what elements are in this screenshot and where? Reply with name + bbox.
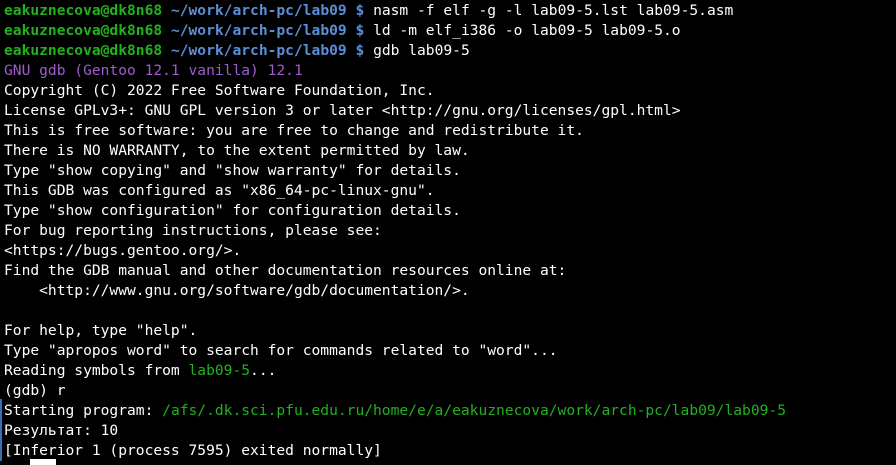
terminal-window[interactable]: eakuznecova@dk8n68 ~/work/arch-pc/lab09 … <box>0 0 896 465</box>
program-path: /afs/.dk.sci.pfu.edu.ru/home/e/a/eakuzne… <box>162 402 786 419</box>
prompt-symbol: $ <box>355 2 365 19</box>
output-line: This is free software: you are free to c… <box>4 122 584 139</box>
text-cursor <box>30 459 56 465</box>
starting-program-prefix: Starting program: <box>4 402 163 419</box>
output-line: Type "show configuration" for configurat… <box>4 202 461 219</box>
gdb-run-command: (gdb) r <box>4 382 66 399</box>
reading-symbols-line: Reading symbols from lab09-5... <box>4 361 894 381</box>
gdb-banner: GNU gdb (Gentoo 12.1 vanilla) 12.1 <box>4 62 303 79</box>
output-line: License GPLv3+: GNU GPL version 3 or lat… <box>4 102 681 119</box>
reading-symbols-suffix: ... <box>250 362 277 379</box>
command-text: ld -m elf_i386 -o lab09-5 lab09-5.o <box>373 22 681 39</box>
prompt-line-nasm: eakuznecova@dk8n68 ~/work/arch-pc/lab09 … <box>4 1 894 21</box>
prompt-path: ~/work/arch-pc/lab09 <box>170 2 347 19</box>
output-line: For bug reporting instructions, please s… <box>4 222 382 239</box>
output-line: There is NO WARRANTY, to the extent perm… <box>4 142 470 159</box>
symbols-file: lab09-5 <box>188 362 251 379</box>
prompt-line-ld: eakuznecova@dk8n68 ~/work/arch-pc/lab09 … <box>4 21 894 41</box>
prompt-line-gdb: eakuznecova@dk8n68 ~/work/arch-pc/lab09 … <box>4 41 894 61</box>
scrollback-marker <box>0 399 2 461</box>
terminal-output: eakuznecova@dk8n68 ~/work/arch-pc/lab09 … <box>4 1 894 461</box>
prompt-user: eakuznecova@dk8n68 <box>4 22 163 39</box>
command-text: gdb lab09-5 <box>373 42 470 59</box>
prompt-user: eakuznecova@dk8n68 <box>4 2 163 19</box>
output-line: Type "apropos word" to search for comman… <box>4 342 558 359</box>
prompt-path: ~/work/arch-pc/lab09 <box>170 42 347 59</box>
prompt-symbol: $ <box>355 22 365 39</box>
output-line: This GDB was configured as "x86_64-pc-li… <box>4 182 435 199</box>
prompt-path: ~/work/arch-pc/lab09 <box>170 22 347 39</box>
command-text: nasm -f elf -g -l lab09-5.lst lab09-5.as… <box>373 2 734 19</box>
output-line: Type "show copying" and "show warranty" … <box>4 162 461 179</box>
output-line: For help, type "help". <box>4 322 198 339</box>
prompt-user: eakuznecova@dk8n68 <box>4 42 163 59</box>
reading-symbols-prefix: Reading symbols from <box>4 362 189 379</box>
output-line: Find the GDB manual and other documentat… <box>4 262 567 279</box>
result-line: Результат: 10 <box>4 422 119 439</box>
prompt-symbol: $ <box>355 42 365 59</box>
starting-program-line: Starting program: /afs/.dk.sci.pfu.edu.r… <box>4 401 894 421</box>
inferior-exit-line: [Inferior 1 (process 7595) exited normal… <box>4 442 382 459</box>
output-line: Copyright (C) 2022 Free Software Foundat… <box>4 82 435 99</box>
output-line: <https://bugs.gentoo.org/>. <box>4 242 242 259</box>
output-line: <http://www.gnu.org/software/gdb/documen… <box>4 282 470 299</box>
